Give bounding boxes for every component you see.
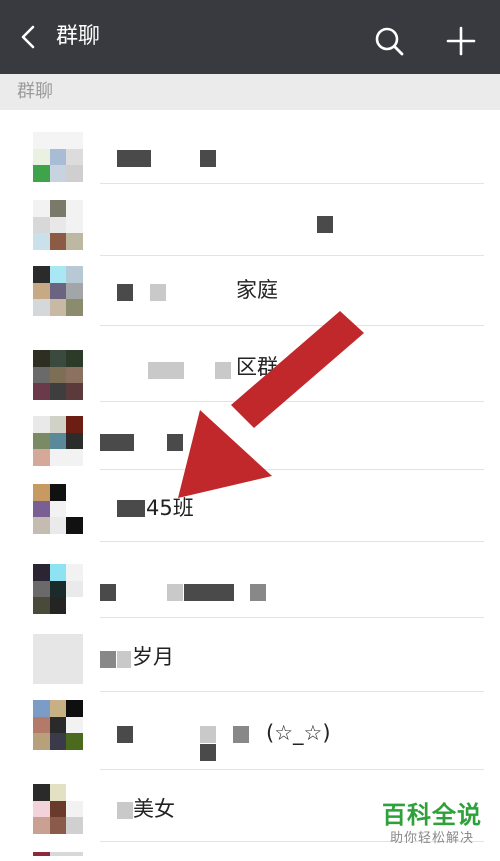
watermark: 百科全说 助你轻松解决 — [376, 800, 488, 848]
section-label: 群聊 — [17, 81, 53, 102]
group-name: 岁月 — [132, 645, 174, 669]
group-avatar — [33, 484, 83, 534]
redacted-name — [167, 584, 183, 601]
group-row[interactable] — [0, 542, 500, 618]
watermark-subtitle: 助你轻松解决 — [389, 831, 474, 846]
group-row[interactable]: 家庭 — [0, 256, 500, 326]
redacted-name — [117, 500, 145, 517]
group-avatar — [33, 200, 83, 250]
redacted-name — [250, 584, 266, 601]
group-row[interactable] — [0, 184, 500, 256]
group-name: 家庭 — [236, 278, 278, 302]
group-row[interactable]: (☆_☆) — [0, 692, 500, 770]
plus-icon[interactable] — [444, 24, 478, 58]
group-avatar — [33, 784, 83, 834]
group-name: 区群 — [236, 355, 278, 379]
redacted-name — [317, 216, 333, 233]
group-row[interactable]: 岁月 — [0, 618, 500, 692]
chevron-left-icon[interactable] — [14, 22, 44, 52]
group-avatar — [33, 634, 83, 684]
group-name: (☆_☆) — [266, 721, 331, 745]
group-avatar — [33, 564, 83, 614]
redacted-name — [200, 744, 216, 761]
group-name: 美女 — [133, 797, 175, 821]
group-name: 45班 — [146, 496, 194, 520]
redacted-name — [100, 584, 116, 601]
redacted-name — [117, 284, 133, 301]
redacted-name — [100, 434, 134, 451]
redacted-name — [117, 651, 131, 668]
redacted-name — [200, 150, 216, 167]
search-icon[interactable] — [372, 24, 406, 58]
redacted-name — [117, 802, 133, 819]
group-avatar — [33, 266, 83, 316]
redacted-name — [200, 726, 216, 743]
group-avatar — [33, 852, 83, 861]
group-avatar — [33, 132, 83, 182]
page-title: 群聊 — [56, 24, 101, 49]
redacted-name — [215, 362, 231, 379]
group-avatar — [33, 350, 83, 400]
group-avatar — [33, 700, 83, 750]
watermark-title: 百科全说 — [382, 801, 482, 829]
redacted-name — [167, 434, 183, 451]
redacted-name — [148, 362, 184, 379]
redacted-name — [150, 284, 166, 301]
redacted-name — [117, 150, 151, 167]
group-avatar — [33, 416, 83, 466]
section-header: 群聊 — [0, 74, 500, 110]
redacted-name — [117, 726, 133, 743]
redacted-name — [184, 584, 234, 601]
redacted-name — [233, 726, 249, 743]
group-row[interactable] — [0, 110, 500, 184]
group-row[interactable]: 区群 — [0, 326, 500, 402]
group-list: 家庭 区群 45班 岁月 (☆_☆) 美女 — [0, 110, 500, 861]
redacted-name — [100, 651, 116, 668]
group-row[interactable] — [0, 402, 500, 470]
title-bar: 群聊 — [0, 0, 500, 74]
group-row[interactable]: 45班 — [0, 470, 500, 542]
